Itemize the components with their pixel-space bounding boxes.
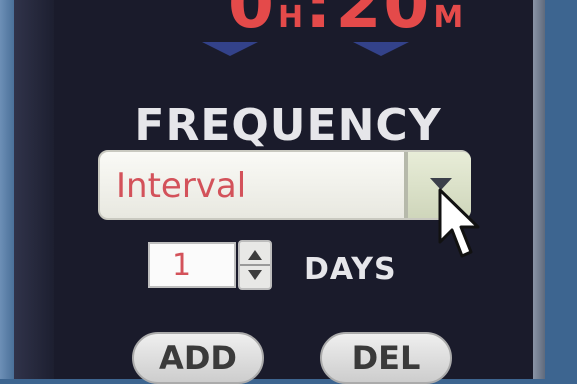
- interval-unit-label: DAYS: [304, 252, 397, 287]
- timer-hours: 0: [228, 0, 276, 43]
- frequency-select[interactable]: Interval: [98, 150, 471, 220]
- interval-stepper[interactable]: [238, 240, 272, 290]
- interval-value: 1: [172, 248, 192, 283]
- delete-button[interactable]: DEL: [320, 332, 452, 384]
- timer-separator: :: [305, 0, 334, 43]
- panel-edge-left: [14, 0, 54, 379]
- window-frame-left: [0, 0, 14, 379]
- timer-display: 0 H : 20 M: [228, 0, 463, 42]
- mouse-pointer-icon: [438, 188, 480, 258]
- stepper-up-icon[interactable]: [248, 250, 262, 260]
- timer-minutes-unit: M: [433, 0, 464, 35]
- stepper-down-icon[interactable]: [248, 270, 262, 280]
- panel-edge-right: [533, 0, 545, 379]
- hours-decrement-arrow-icon[interactable]: [202, 42, 258, 56]
- frequency-selected-value: Interval: [116, 166, 247, 206]
- timer-hours-unit: H: [277, 0, 304, 35]
- stepper-divider: [240, 264, 270, 266]
- window-frame-right: [545, 0, 577, 379]
- timer-minutes: 20: [335, 0, 432, 43]
- add-button[interactable]: ADD: [132, 332, 264, 384]
- interval-value-input[interactable]: 1: [148, 242, 236, 288]
- frequency-label: FREQUENCY: [134, 100, 442, 151]
- minutes-decrement-arrow-icon[interactable]: [353, 42, 409, 56]
